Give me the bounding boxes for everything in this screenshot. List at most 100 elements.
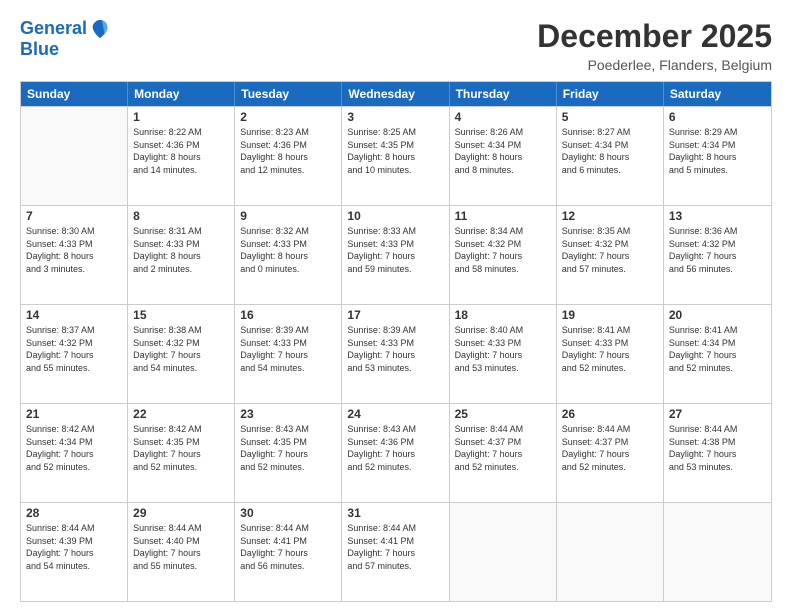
day-info: Sunrise: 8:43 AM Sunset: 4:35 PM Dayligh… <box>240 423 336 473</box>
calendar-cell <box>557 503 664 601</box>
day-info: Sunrise: 8:36 AM Sunset: 4:32 PM Dayligh… <box>669 225 766 275</box>
day-info: Sunrise: 8:23 AM Sunset: 4:36 PM Dayligh… <box>240 126 336 176</box>
calendar-cell: 9 Sunrise: 8:32 AM Sunset: 4:33 PM Daylig… <box>235 206 342 304</box>
calendar-cell: 14Sunrise: 8:37 AM Sunset: 4:32 PM Dayli… <box>21 305 128 403</box>
day-info: Sunrise: 8:30 AM Sunset: 4:33 PM Dayligh… <box>26 225 122 275</box>
calendar-row-4: 28 Sunrise: 8:44 AM Sunset: 4:39 PM Dayli… <box>21 502 771 601</box>
calendar-cell: 18 Sunrise: 8:40 AM Sunset: 4:33 PM Dayli… <box>450 305 557 403</box>
calendar-cell: 5Sunrise: 8:27 AM Sunset: 4:34 PM Daylig… <box>557 107 664 205</box>
calendar-cell <box>450 503 557 601</box>
month-title: December 2025 <box>537 18 772 55</box>
calendar-cell: 27Sunrise: 8:44 AM Sunset: 4:38 PM Dayli… <box>664 404 771 502</box>
calendar-cell: 3 Sunrise: 8:25 AM Sunset: 4:35 PM Daylig… <box>342 107 449 205</box>
day-number: 17 <box>347 308 443 322</box>
calendar-cell: 26 Sunrise: 8:44 AM Sunset: 4:37 PM Dayli… <box>557 404 664 502</box>
calendar-row-2: 14Sunrise: 8:37 AM Sunset: 4:32 PM Dayli… <box>21 304 771 403</box>
day-number: 25 <box>455 407 551 421</box>
day-number: 5 <box>562 110 658 124</box>
day-info: Sunrise: 8:33 AM Sunset: 4:33 PM Dayligh… <box>347 225 443 275</box>
calendar-header: SundayMondayTuesdayWednesdayThursdayFrid… <box>21 82 771 106</box>
day-info: Sunrise: 8:39 AM Sunset: 4:33 PM Dayligh… <box>347 324 443 374</box>
calendar-cell: 28 Sunrise: 8:44 AM Sunset: 4:39 PM Dayli… <box>21 503 128 601</box>
calendar-row-1: 7 Sunrise: 8:30 AM Sunset: 4:33 PM Daylig… <box>21 205 771 304</box>
day-number: 1 <box>133 110 229 124</box>
day-info: Sunrise: 8:34 AM Sunset: 4:32 PM Dayligh… <box>455 225 551 275</box>
calendar-cell: 30Sunrise: 8:44 AM Sunset: 4:41 PM Dayli… <box>235 503 342 601</box>
day-info: Sunrise: 8:43 AM Sunset: 4:36 PM Dayligh… <box>347 423 443 473</box>
day-number: 24 <box>347 407 443 421</box>
logo-text: General <box>20 19 87 39</box>
logo: General Blue <box>20 18 111 60</box>
day-info: Sunrise: 8:38 AM Sunset: 4:32 PM Dayligh… <box>133 324 229 374</box>
header: General Blue December 2025 Poederlee, Fl… <box>20 18 772 73</box>
day-info: Sunrise: 8:26 AM Sunset: 4:34 PM Dayligh… <box>455 126 551 176</box>
calendar-cell: 16 Sunrise: 8:39 AM Sunset: 4:33 PM Dayli… <box>235 305 342 403</box>
calendar-cell: 2 Sunrise: 8:23 AM Sunset: 4:36 PM Daylig… <box>235 107 342 205</box>
day-number: 23 <box>240 407 336 421</box>
day-number: 4 <box>455 110 551 124</box>
calendar-cell: 21Sunrise: 8:42 AM Sunset: 4:34 PM Dayli… <box>21 404 128 502</box>
day-info: Sunrise: 8:35 AM Sunset: 4:32 PM Dayligh… <box>562 225 658 275</box>
calendar-cell <box>21 107 128 205</box>
day-number: 3 <box>347 110 443 124</box>
day-info: Sunrise: 8:25 AM Sunset: 4:35 PM Dayligh… <box>347 126 443 176</box>
calendar-cell: 23 Sunrise: 8:43 AM Sunset: 4:35 PM Dayli… <box>235 404 342 502</box>
day-info: Sunrise: 8:44 AM Sunset: 4:37 PM Dayligh… <box>562 423 658 473</box>
day-number: 29 <box>133 506 229 520</box>
day-number: 30 <box>240 506 336 520</box>
day-number: 20 <box>669 308 766 322</box>
calendar-row-3: 21Sunrise: 8:42 AM Sunset: 4:34 PM Dayli… <box>21 403 771 502</box>
logo-icon <box>89 18 111 40</box>
header-day-wednesday: Wednesday <box>342 82 449 106</box>
calendar-cell: 12 Sunrise: 8:35 AM Sunset: 4:32 PM Dayli… <box>557 206 664 304</box>
day-info: Sunrise: 8:44 AM Sunset: 4:39 PM Dayligh… <box>26 522 122 572</box>
calendar-cell <box>664 503 771 601</box>
day-number: 18 <box>455 308 551 322</box>
header-day-friday: Friday <box>557 82 664 106</box>
calendar-cell: 4 Sunrise: 8:26 AM Sunset: 4:34 PM Daylig… <box>450 107 557 205</box>
day-info: Sunrise: 8:22 AM Sunset: 4:36 PM Dayligh… <box>133 126 229 176</box>
day-number: 19 <box>562 308 658 322</box>
subtitle: Poederlee, Flanders, Belgium <box>537 57 772 73</box>
day-number: 9 <box>240 209 336 223</box>
day-info: Sunrise: 8:37 AM Sunset: 4:32 PM Dayligh… <box>26 324 122 374</box>
calendar-cell: 11Sunrise: 8:34 AM Sunset: 4:32 PM Dayli… <box>450 206 557 304</box>
day-info: Sunrise: 8:42 AM Sunset: 4:35 PM Dayligh… <box>133 423 229 473</box>
day-info: Sunrise: 8:39 AM Sunset: 4:33 PM Dayligh… <box>240 324 336 374</box>
day-number: 15 <box>133 308 229 322</box>
day-number: 12 <box>562 209 658 223</box>
header-day-tuesday: Tuesday <box>235 82 342 106</box>
day-info: Sunrise: 8:44 AM Sunset: 4:37 PM Dayligh… <box>455 423 551 473</box>
calendar-cell: 17 Sunrise: 8:39 AM Sunset: 4:33 PM Dayli… <box>342 305 449 403</box>
day-number: 7 <box>26 209 122 223</box>
calendar-cell: 8 Sunrise: 8:31 AM Sunset: 4:33 PM Daylig… <box>128 206 235 304</box>
header-day-saturday: Saturday <box>664 82 771 106</box>
calendar-cell: 22 Sunrise: 8:42 AM Sunset: 4:35 PM Dayli… <box>128 404 235 502</box>
day-info: Sunrise: 8:32 AM Sunset: 4:33 PM Dayligh… <box>240 225 336 275</box>
calendar-cell: 1 Sunrise: 8:22 AM Sunset: 4:36 PM Daylig… <box>128 107 235 205</box>
calendar-body: 1 Sunrise: 8:22 AM Sunset: 4:36 PM Daylig… <box>21 106 771 601</box>
day-info: Sunrise: 8:31 AM Sunset: 4:33 PM Dayligh… <box>133 225 229 275</box>
day-number: 2 <box>240 110 336 124</box>
day-number: 13 <box>669 209 766 223</box>
day-number: 8 <box>133 209 229 223</box>
day-number: 6 <box>669 110 766 124</box>
calendar-cell: 6Sunrise: 8:29 AM Sunset: 4:34 PM Daylig… <box>664 107 771 205</box>
day-info: Sunrise: 8:41 AM Sunset: 4:34 PM Dayligh… <box>669 324 766 374</box>
header-day-thursday: Thursday <box>450 82 557 106</box>
day-info: Sunrise: 8:42 AM Sunset: 4:34 PM Dayligh… <box>26 423 122 473</box>
day-number: 16 <box>240 308 336 322</box>
header-day-monday: Monday <box>128 82 235 106</box>
day-number: 28 <box>26 506 122 520</box>
day-info: Sunrise: 8:40 AM Sunset: 4:33 PM Dayligh… <box>455 324 551 374</box>
day-number: 26 <box>562 407 658 421</box>
calendar-cell: 19Sunrise: 8:41 AM Sunset: 4:33 PM Dayli… <box>557 305 664 403</box>
calendar-cell: 15 Sunrise: 8:38 AM Sunset: 4:32 PM Dayli… <box>128 305 235 403</box>
calendar-cell: 24 Sunrise: 8:43 AM Sunset: 4:36 PM Dayli… <box>342 404 449 502</box>
day-number: 22 <box>133 407 229 421</box>
day-info: Sunrise: 8:44 AM Sunset: 4:41 PM Dayligh… <box>347 522 443 572</box>
calendar-cell: 10Sunrise: 8:33 AM Sunset: 4:33 PM Dayli… <box>342 206 449 304</box>
calendar-cell: 25 Sunrise: 8:44 AM Sunset: 4:37 PM Dayli… <box>450 404 557 502</box>
calendar-cell: 13 Sunrise: 8:36 AM Sunset: 4:32 PM Dayli… <box>664 206 771 304</box>
header-day-sunday: Sunday <box>21 82 128 106</box>
